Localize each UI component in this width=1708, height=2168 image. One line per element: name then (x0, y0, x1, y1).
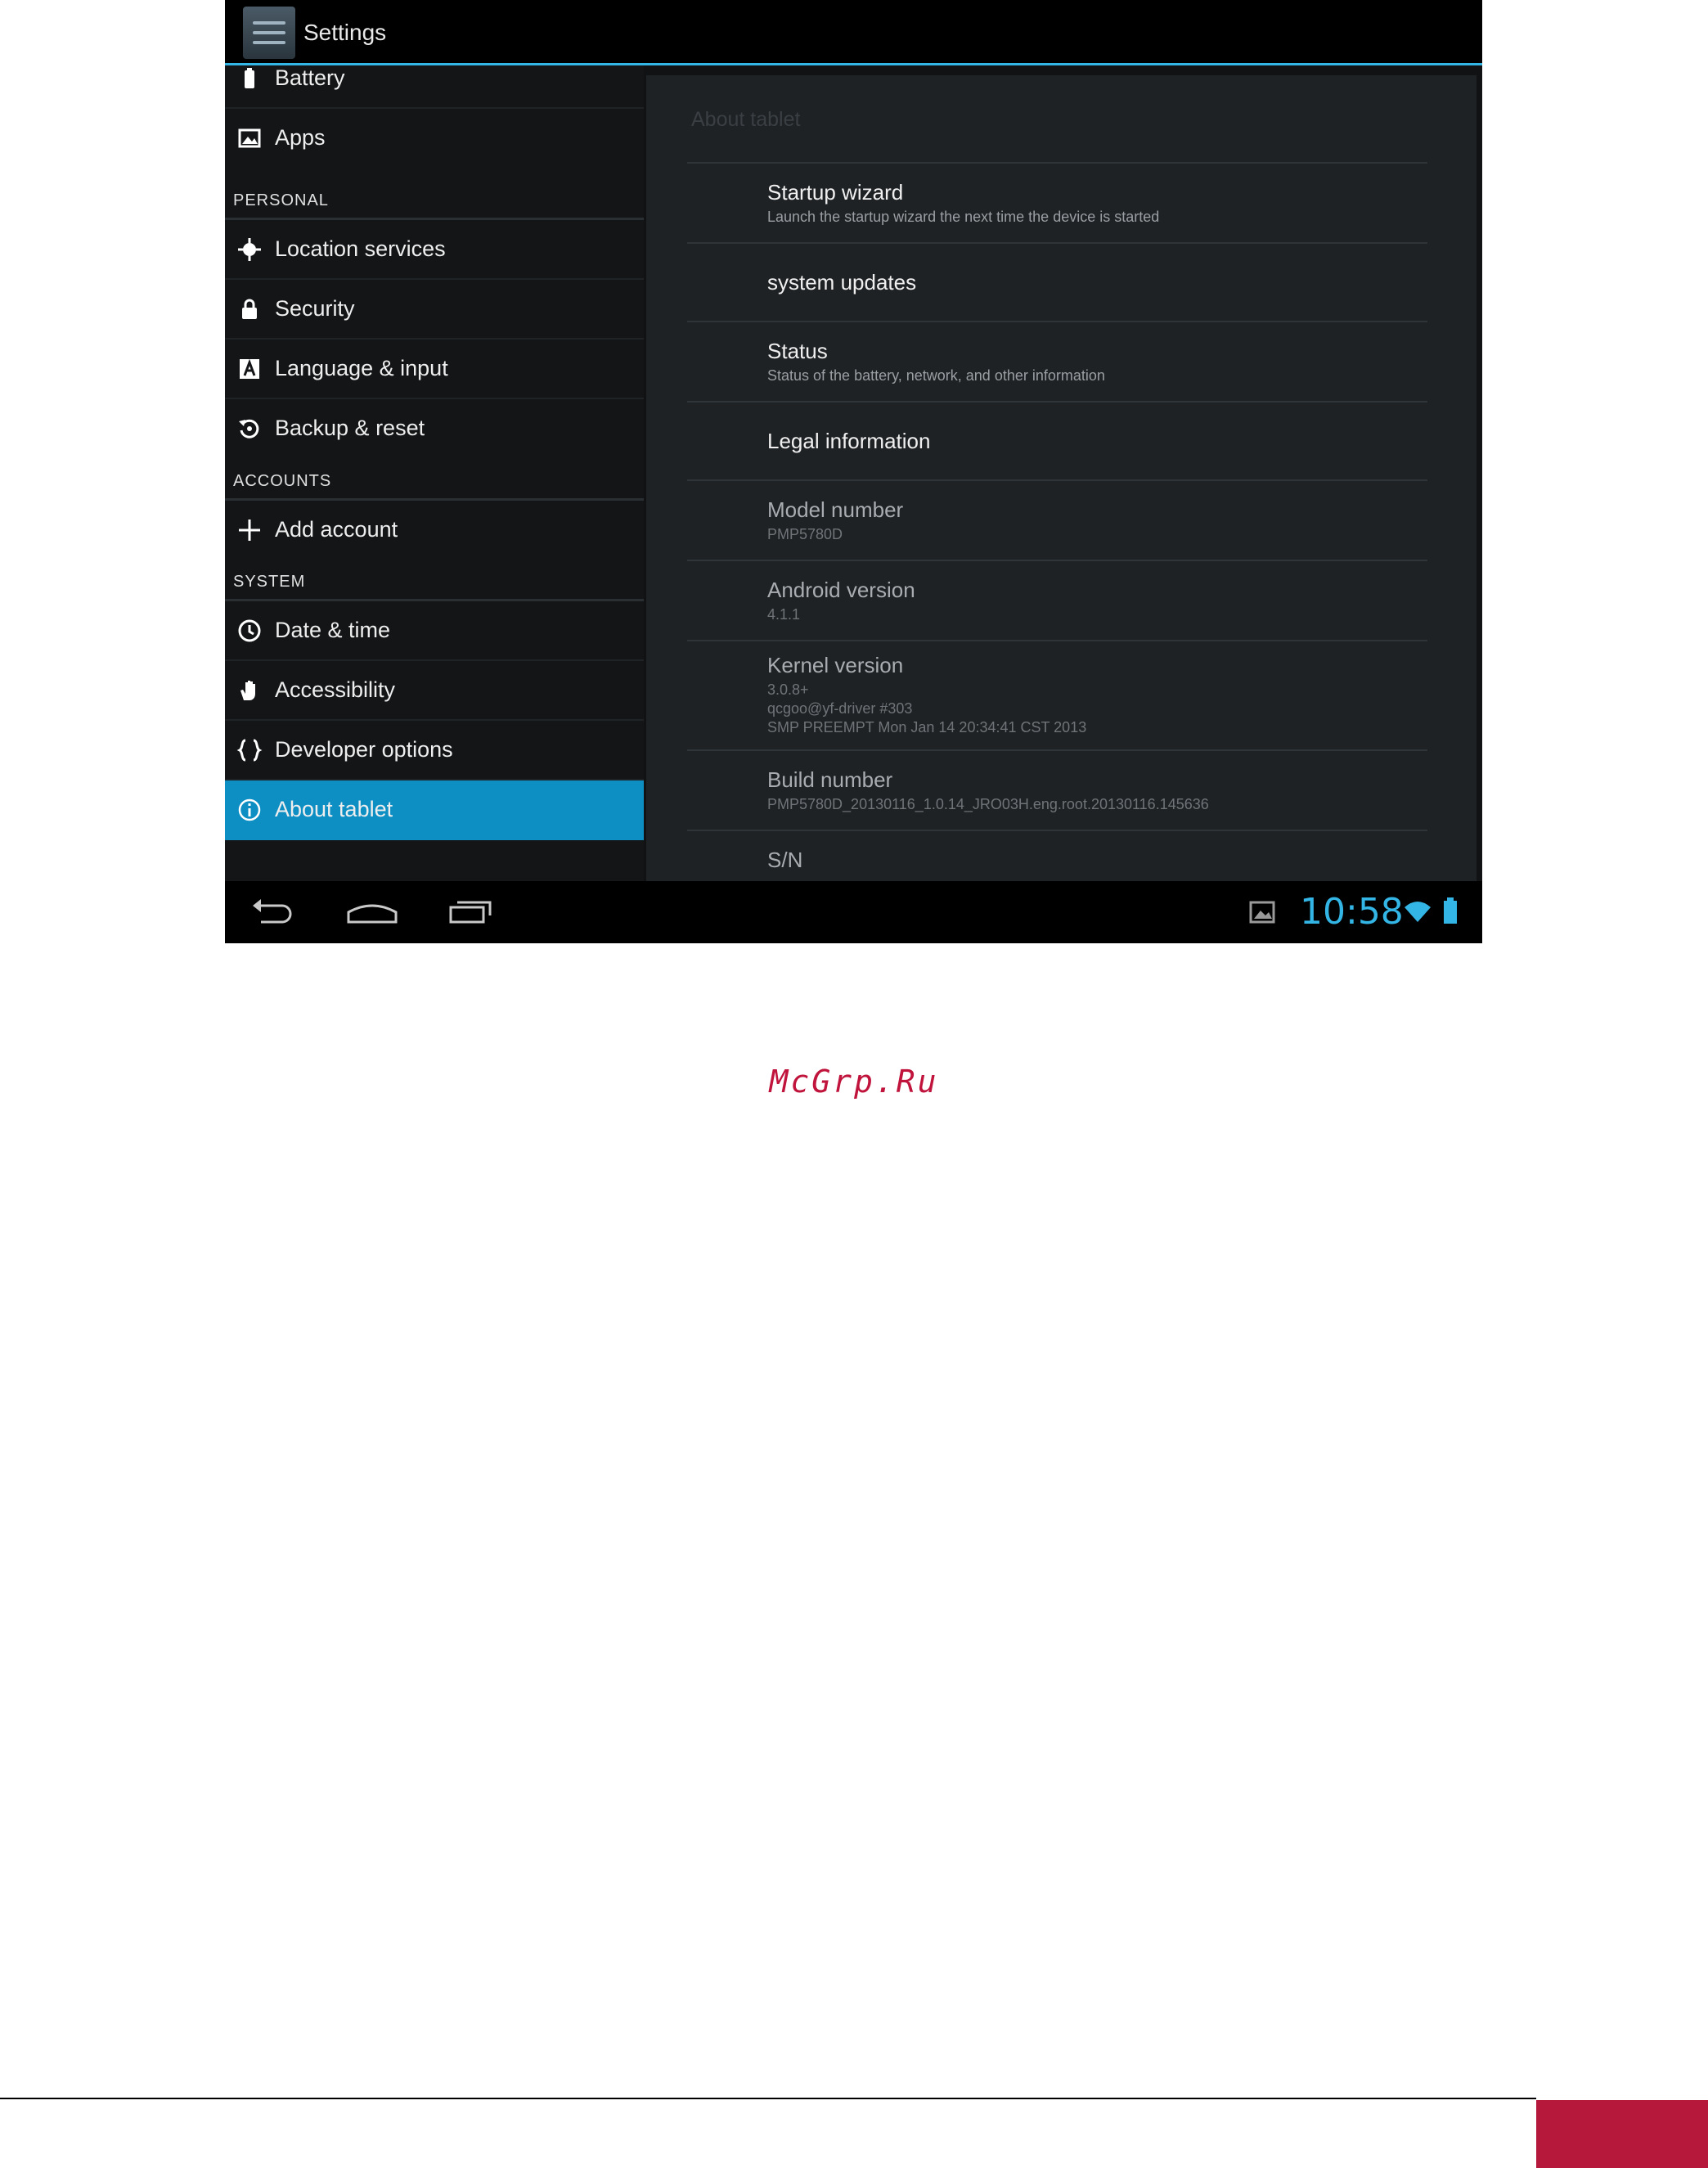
sidebar-item-label: Accessibility (275, 677, 396, 702)
section-header-personal: PERSONAL (233, 191, 329, 209)
watermark: McGrp.Ru (769, 1064, 939, 1100)
section-header-system: SYSTEM (233, 573, 306, 591)
row-divider (687, 242, 1427, 244)
location-icon (236, 236, 263, 263)
info-icon (236, 797, 263, 823)
row-divider (687, 479, 1427, 481)
row-divider (687, 162, 1427, 164)
row-divider (687, 321, 1427, 322)
recent-apps-icon (449, 901, 492, 924)
row-subtitle: Launch the startup wizard the next time … (767, 209, 1160, 225)
battery-status-icon (1442, 896, 1459, 929)
sidebar-item-label: Date & time (275, 618, 391, 642)
row-divider (687, 830, 1427, 831)
home-button[interactable] (344, 894, 401, 934)
clock-icon (236, 618, 263, 644)
row-title: Legal information (767, 429, 931, 453)
row-divider (687, 640, 1427, 641)
row-title: Kernel version (767, 653, 904, 677)
lock-icon (236, 296, 263, 322)
detail-pane-title: About tablet (691, 108, 801, 131)
home-icon (347, 904, 398, 924)
sidebar-item-label: Language & input (275, 356, 448, 380)
sidebar-item-label: Location services (275, 236, 446, 261)
row-title: Android version (767, 578, 915, 602)
notification-picture-icon[interactable] (1247, 897, 1277, 931)
sidebar-item-label: Apps (275, 125, 326, 150)
sidebar-item-about-tablet[interactable]: About tablet (225, 780, 644, 840)
row-title: Status (767, 339, 828, 363)
sidebar-item-date-time[interactable]: Date & time (225, 601, 644, 661)
tablet-screenshot: Settings Battery Apps PERSONAL Location … (225, 0, 1482, 943)
settings-category-list: Battery Apps PERSONAL Location services … (225, 65, 644, 881)
braces-icon (236, 737, 263, 763)
sidebar-item-label: About tablet (275, 797, 393, 821)
sidebar-item-battery[interactable]: Battery (225, 49, 644, 109)
footer-rule (0, 2098, 1536, 2099)
language-icon (236, 356, 263, 382)
status-clock[interactable]: 10:58 (1300, 891, 1404, 933)
sidebar-item-accessibility[interactable]: Accessibility (225, 661, 644, 721)
sidebar-item-backup-reset[interactable]: Backup & reset (225, 399, 644, 459)
battery-icon (236, 65, 263, 92)
row-subtitle: PMP5780D (767, 526, 843, 542)
sidebar-item-apps[interactable]: Apps (225, 109, 644, 169)
sidebar-item-language-input[interactable]: Language & input (225, 340, 644, 399)
sidebar-item-label: Developer options (275, 737, 453, 762)
sidebar-item-label: Security (275, 296, 355, 321)
wifi-icon (1403, 899, 1432, 929)
row-title: Build number (767, 767, 893, 792)
apps-icon (236, 125, 263, 151)
sidebar-item-label: Backup & reset (275, 416, 425, 440)
row-title: Startup wizard (767, 180, 904, 205)
row-subtitle: Status of the battery, network, and othe… (767, 367, 1105, 384)
sidebar-item-security[interactable]: Security (225, 280, 644, 340)
row-divider (687, 749, 1427, 751)
sidebar-item-location-services[interactable]: Location services (225, 220, 644, 280)
sidebar-item-add-account[interactable]: Add account (225, 501, 644, 560)
sidebar-item-label: Battery (275, 65, 345, 90)
footer-brand-block (1536, 2100, 1708, 2168)
recent-apps-button[interactable] (446, 894, 495, 934)
row-subtitle: PMP5780D_20130116_1.0.14_JRO03H.eng.root… (767, 796, 1209, 812)
hand-icon (236, 677, 263, 704)
row-title: Model number (767, 497, 904, 522)
row-divider (687, 560, 1427, 561)
system-nav-bar: 10:58 (225, 881, 1482, 943)
section-header-accounts: ACCOUNTS (233, 472, 332, 490)
plus-icon (236, 517, 263, 543)
row-subtitle: 3.0.8+ qcgoo@yf-driver #303 SMP PREEMPT … (767, 681, 1087, 735)
row-divider (687, 401, 1427, 403)
backup-icon (236, 416, 263, 442)
sidebar-item-label: Add account (275, 517, 398, 542)
row-subtitle: 4.1.1 (767, 606, 801, 623)
app-title: Settings (303, 20, 387, 45)
row-title: system updates (767, 270, 917, 295)
back-arrow-icon (253, 899, 292, 924)
back-button[interactable] (249, 894, 299, 934)
detail-pane: About tablet Startup wizard Launch the s… (646, 75, 1477, 881)
row-title: S/N (767, 848, 803, 872)
sidebar-item-developer-options[interactable]: Developer options (225, 721, 644, 780)
